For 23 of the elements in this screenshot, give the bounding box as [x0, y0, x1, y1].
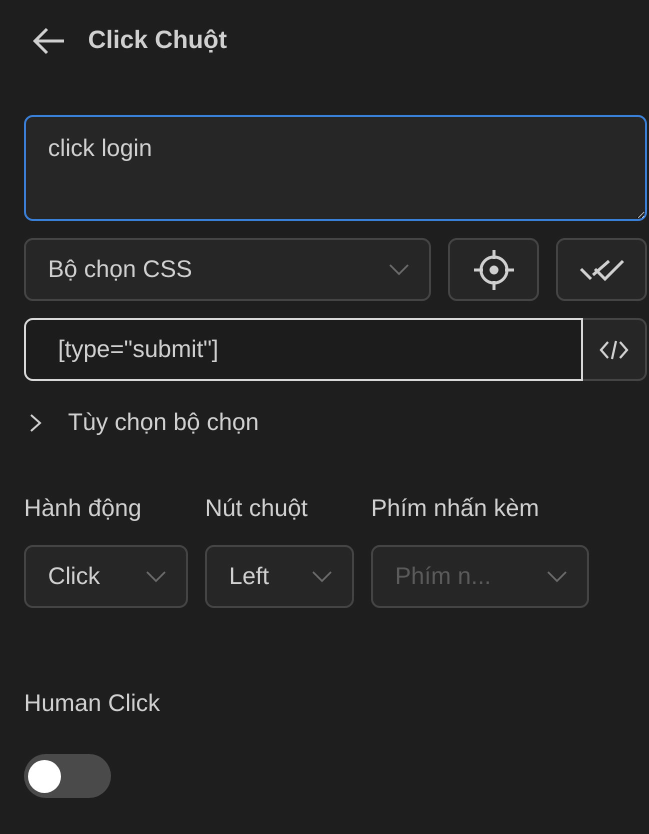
dropdown[interactable]: Click: [24, 545, 188, 608]
field-label: Phím nhấn kèm: [371, 494, 540, 524]
field-label: Nút chuột: [205, 494, 309, 524]
crosshair-icon: [472, 248, 516, 292]
chevron-down-icon: [389, 264, 409, 276]
target-button[interactable]: [448, 238, 539, 301]
description-field[interactable]: click login: [24, 115, 647, 221]
double-check-button[interactable]: [556, 238, 647, 301]
field-label: Hành động: [24, 494, 142, 524]
chevron-down-icon: [146, 570, 166, 582]
chevron-down-icon: [312, 570, 332, 582]
dropdown[interactable]: Left: [205, 545, 354, 608]
chevron-right-icon: [28, 412, 42, 434]
code-icon: [599, 338, 629, 360]
selector-type-dropdown[interactable]: Bộ chọn CSS: [24, 238, 431, 301]
selector-field[interactable]: [type="submit"]: [24, 318, 583, 381]
code-button[interactable]: [583, 318, 647, 381]
toggle-label: Human Click: [24, 689, 162, 719]
toggle-switch[interactable]: [24, 754, 111, 798]
chevron-down-icon: [547, 570, 567, 582]
back-button[interactable]: [32, 27, 66, 55]
selector-options-toggle[interactable]: Tùy chọn bộ chọn: [24, 405, 259, 441]
page-title: Click Chuột: [88, 25, 227, 56]
